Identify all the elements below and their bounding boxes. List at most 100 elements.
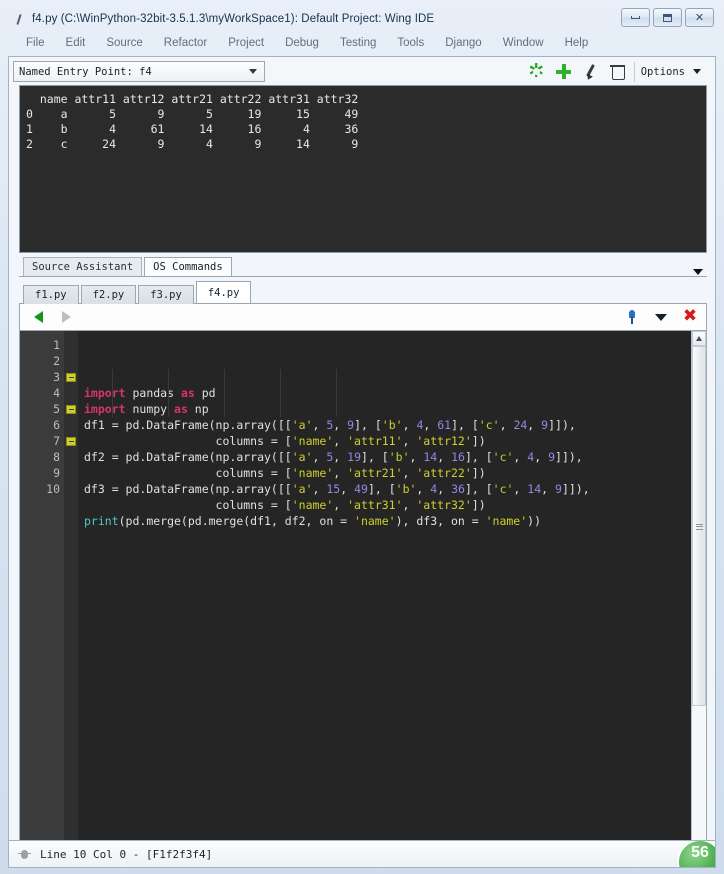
code-line: columns = ['name', 'attr11', 'attr12']): [84, 433, 691, 449]
editor-toolbar: ✖: [19, 303, 707, 330]
code-token: 49: [354, 482, 368, 496]
line-number: 1: [53, 338, 60, 352]
code-line: print(pd.merge(pd.merge(df1, df2, on = '…: [84, 513, 691, 529]
scrollbar-track[interactable]: [692, 346, 706, 846]
close-icon[interactable]: ✖: [682, 308, 698, 325]
plus-icon[interactable]: [555, 63, 572, 80]
code-token: ,: [402, 498, 417, 512]
file-tab-f2-py[interactable]: f2.py: [80, 285, 137, 304]
code-token: ]): [471, 498, 486, 512]
menu-bar: File Edit Source Refactor Project Debug Testin…: [6, 32, 718, 54]
line-number: 4: [53, 386, 60, 400]
code-token: ,: [312, 450, 327, 464]
options-menu-button[interactable]: Options: [641, 66, 711, 78]
code-token: import: [84, 402, 126, 416]
code-token: 'name': [291, 434, 334, 448]
code-token: ,: [333, 418, 348, 432]
menu-item-file[interactable]: File: [16, 35, 56, 51]
menu-item-window[interactable]: Window: [493, 35, 555, 51]
editor-toolbar-icons: ✖: [624, 308, 698, 325]
menu-item-testing[interactable]: Testing: [330, 35, 387, 51]
menu-item-debug[interactable]: Debug: [275, 35, 330, 51]
line-number: 10: [46, 482, 60, 496]
code-token: 'attr32': [416, 498, 472, 512]
code-token: ,: [409, 450, 424, 464]
code-token: ], [: [354, 418, 382, 432]
code-token: df3 = pd.DataFrame(np.array([[: [84, 482, 292, 496]
line-number: 9: [53, 466, 60, 480]
code-token: print: [84, 514, 119, 528]
menu-item-django[interactable]: Django: [435, 35, 492, 51]
console-output-text: name attr11 attr12 attr21 attr22 attr31 …: [26, 92, 359, 151]
title-bar: f4.py (C:\WinPython-32bit-3.5.1.3\myWork…: [6, 6, 718, 32]
menu-item-edit[interactable]: Edit: [56, 35, 97, 51]
close-button[interactable]: ✕: [685, 8, 714, 27]
code-token: ,: [499, 418, 514, 432]
scrollbar-thumb[interactable]: [692, 346, 706, 706]
named-entry-point-combo[interactable]: Named Entry Point: f4: [13, 61, 265, 82]
line-number: 7: [53, 434, 60, 448]
line-number-gutter: 1 2 3 4 5 6 7 8 9 10: [20, 331, 64, 861]
tool-tab-os-commands[interactable]: OS Commands: [144, 257, 232, 277]
menu-item-project[interactable]: Project: [218, 35, 275, 51]
code-line: columns = ['name', 'attr21', 'attr22']): [84, 465, 691, 481]
code-token: ,: [527, 418, 542, 432]
file-tab-f4-py[interactable]: f4.py: [195, 281, 252, 303]
code-token: columns = [: [84, 434, 292, 448]
menu-item-tools[interactable]: Tools: [387, 35, 435, 51]
tool-panel-tabs: Source Assistant OS Commands: [9, 253, 715, 277]
code-token: 'b': [388, 450, 410, 464]
code-token: 'a': [291, 482, 313, 496]
code-token: 14: [423, 450, 438, 464]
code-token: 'attr31': [347, 498, 403, 512]
code-token: ,: [312, 418, 327, 432]
fold-row: [64, 481, 78, 497]
code-token: ,: [513, 482, 528, 496]
code-token: ]]),: [548, 418, 576, 432]
fold-margin[interactable]: [64, 331, 78, 861]
trash-icon[interactable]: [609, 63, 626, 80]
minimize-button[interactable]: [621, 8, 650, 27]
fold-row: [64, 417, 78, 433]
code-token: ], [: [367, 482, 396, 496]
menu-item-help[interactable]: Help: [555, 35, 600, 51]
grip-icon: [695, 522, 703, 530]
tool-tab-source-assistant[interactable]: Source Assistant: [23, 257, 143, 277]
code-token: ,: [437, 482, 452, 496]
fold-toggle-icon[interactable]: [66, 436, 76, 446]
menu-item-source[interactable]: Source: [96, 35, 153, 51]
output-console-panel[interactable]: name attr11 attr12 attr21 attr22 attr31 …: [19, 85, 707, 253]
file-tab-f1-py[interactable]: f1.py: [23, 285, 79, 304]
scroll-up-button[interactable]: [692, 331, 706, 346]
code-token: ,: [333, 450, 348, 464]
chevron-down-icon[interactable]: [245, 62, 261, 81]
code-token: 'attr21': [347, 466, 403, 480]
fold-toggle-icon[interactable]: [66, 372, 76, 382]
maximize-button[interactable]: [653, 8, 682, 27]
pencil-icon[interactable]: [582, 63, 599, 80]
chevron-down-icon[interactable]: [653, 309, 669, 325]
forward-arrow-icon[interactable]: [58, 307, 78, 327]
bug-icon: [17, 847, 32, 862]
pin-icon[interactable]: [624, 309, 640, 325]
code-token: columns = [: [84, 466, 292, 480]
code-token: 19: [347, 450, 362, 464]
status-badge: 56: [677, 841, 715, 867]
code-token: ,: [333, 434, 348, 448]
gear-icon[interactable]: [528, 63, 545, 80]
code-editor[interactable]: 1 2 3 4 5 6 7 8 9 10 import pandas as pd import nu…: [19, 330, 707, 862]
fold-row: [64, 369, 78, 385]
code-token: df2 = pd.DataFrame(np.array([[: [84, 450, 292, 464]
menu-item-refactor[interactable]: Refactor: [154, 35, 218, 51]
back-arrow-icon[interactable]: [30, 307, 50, 327]
editor-vertical-scrollbar[interactable]: [691, 331, 706, 861]
file-tab-f3-py[interactable]: f3.py: [138, 285, 194, 304]
code-token: ], [: [464, 482, 493, 496]
chevron-down-icon[interactable]: [693, 269, 703, 275]
code-token: 'attr11': [347, 434, 403, 448]
code-text-area[interactable]: import pandas as pd import numpy as np df1…: [78, 331, 691, 861]
code-token: 16: [451, 450, 465, 464]
fold-toggle-icon[interactable]: [66, 404, 76, 414]
code-line: df3 = pd.DataFrame(np.array([['a', 15, 4…: [84, 481, 691, 497]
